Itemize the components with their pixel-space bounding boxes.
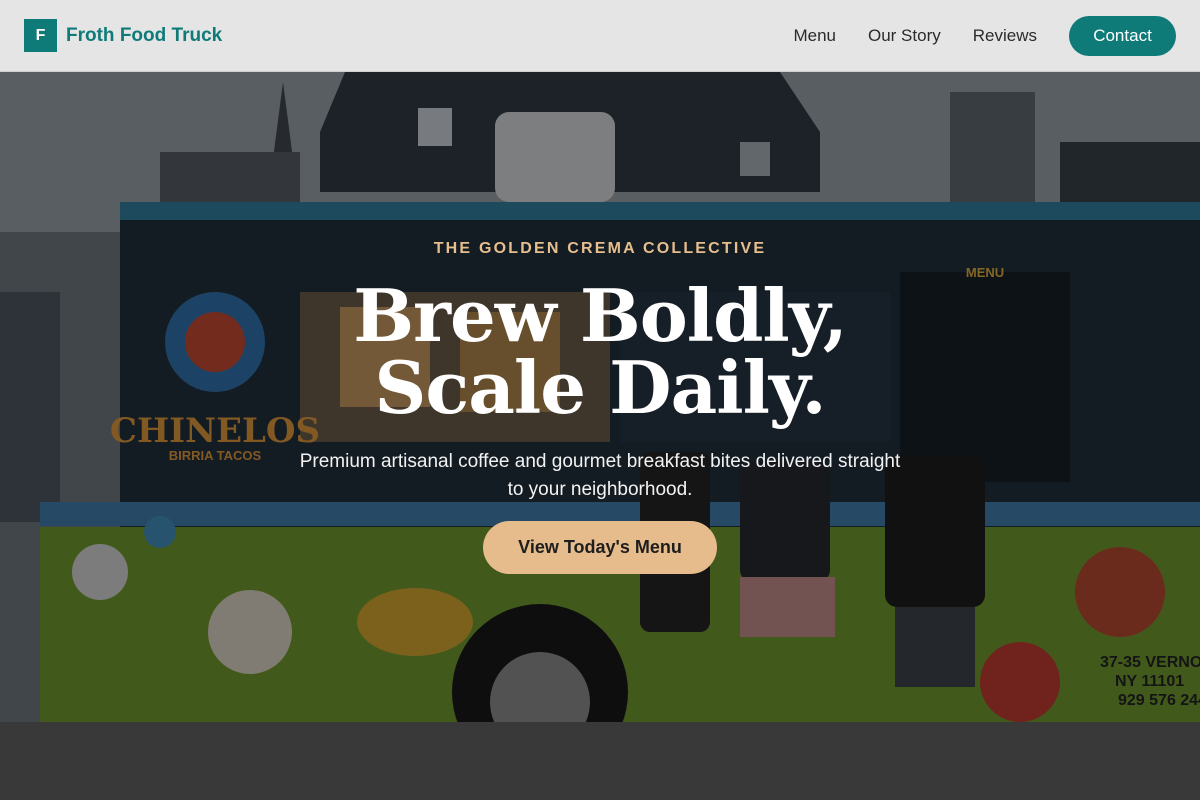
view-menu-button[interactable]: View Today's Menu (483, 521, 717, 574)
nav-link-reviews[interactable]: Reviews (973, 26, 1037, 46)
contact-button[interactable]: Contact (1069, 15, 1176, 56)
hero-eyebrow: THE GOLDEN CREMA COLLECTIVE (433, 240, 767, 257)
hero-subheading: Premium artisanal coffee and gourmet bre… (299, 451, 901, 500)
logo-mark: F (24, 19, 57, 52)
hero-content: THE GOLDEN CREMA COLLECTIVE Brew Boldly,… (0, 72, 1200, 800)
hero-section: MENU CHINELOS BIRRIA TACOS 37-35 VERNO N … (0, 72, 1200, 800)
headline-line-2: Scale Daily. (374, 345, 826, 430)
brand-logo[interactable]: F Froth Food Truck (24, 19, 222, 52)
site-header: F Froth Food Truck Menu Our Story Review… (0, 0, 1200, 72)
brand-name: Froth Food Truck (66, 24, 223, 46)
nav-link-our-story[interactable]: Our Story (868, 26, 941, 46)
hero-headline: Brew Boldly, Scale Daily. (0, 280, 1200, 424)
nav-link-menu[interactable]: Menu (793, 26, 836, 46)
main-nav: Menu Our Story Reviews Contact (793, 15, 1176, 56)
